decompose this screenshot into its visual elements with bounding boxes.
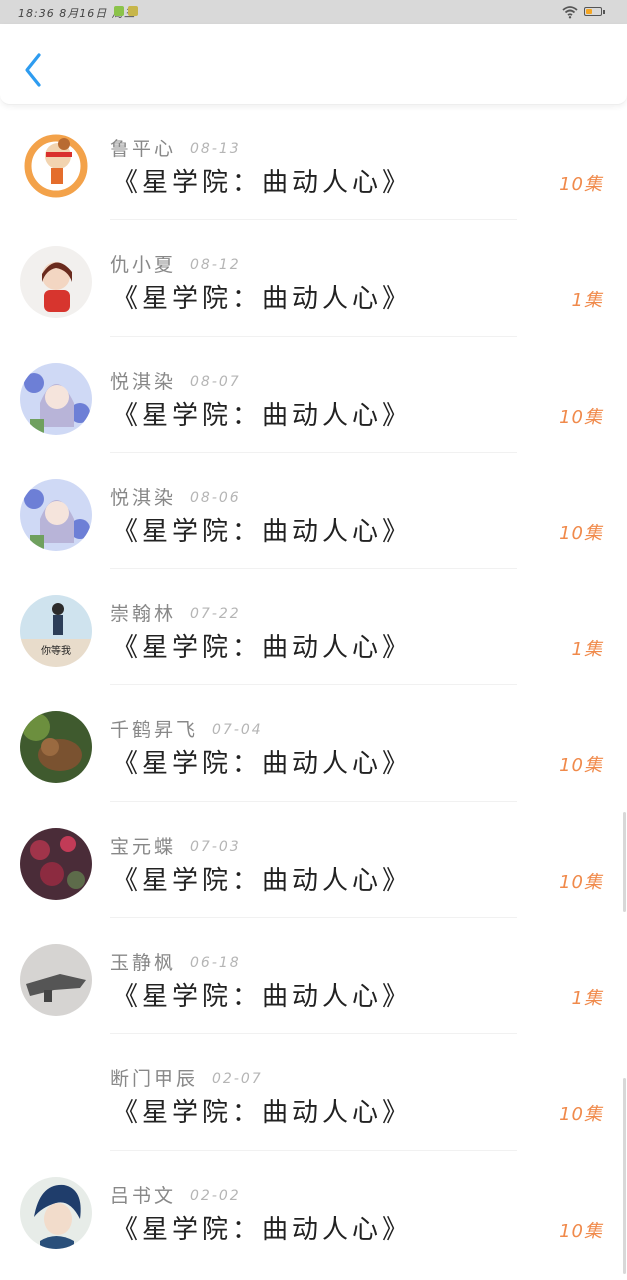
episode-count: 1集 [571, 988, 603, 1010]
list-item[interactable]: 仇小夏 08-12 《星学院：曲动人心》 1集 [0, 220, 627, 337]
list-item[interactable]: 悦淇染 08-07 《星学院：曲动人心》 10集 [0, 337, 627, 453]
list-item[interactable]: 千鹤昇飞 07-04 《星学院：曲动人心》 10集 [0, 685, 627, 802]
episode-count: 10集 [559, 406, 603, 428]
item-date: 08-12 [190, 257, 241, 274]
item-header: 断门甲辰 02-07 [110, 1064, 263, 1092]
author-name: 吕书文 [110, 1184, 177, 1207]
episode-count: 10集 [559, 522, 603, 544]
app-notification-icon [114, 6, 124, 16]
item-date: 08-13 [190, 141, 241, 157]
author-name: 悦淇染 [110, 370, 177, 393]
item-date: 06-18 [190, 955, 241, 972]
list-item[interactable]: 鲁平心 08-13 《星学院：曲动人心》 10集 [0, 104, 627, 221]
series-title: 《星学院：曲动人心》 [112, 1098, 413, 1129]
list-item[interactable]: 断门甲辰 02-07 《星学院：曲动人心》 10集 [0, 1034, 627, 1151]
notification-icons [114, 6, 142, 19]
item-header: 悦淇染 08-07 [110, 367, 241, 395]
battery-icon [584, 7, 605, 16]
series-title: 《星学院：曲动人心》 [112, 633, 413, 664]
author-name: 宝元蝶 [110, 835, 177, 858]
series-title: 《星学院：曲动人心》 [112, 1214, 413, 1245]
history-list: 鲁平心 08-13 《星学院：曲动人心》 10集 仇小夏 08-12 《星学院：曲动… [0, 104, 627, 1267]
list-item[interactable]: 玉静枫 06-18 《星学院：曲动人心》 1集 [0, 918, 627, 1035]
author-name: 悦淇染 [110, 486, 177, 509]
avatar[interactable] [20, 362, 92, 435]
episode-count: 10集 [559, 1104, 603, 1126]
list-item[interactable]: 你等我 崇翰林 07-22 《星学院：曲动人心》 1集 [0, 569, 627, 686]
item-date: 02-02 [190, 1187, 241, 1204]
episode-count: 1集 [571, 290, 603, 312]
item-header: 悦淇染 08-06 [110, 483, 241, 511]
wifi-icon [562, 6, 578, 19]
item-header: 玉静枫 06-18 [110, 948, 241, 976]
author-name: 鲁平心 [110, 138, 177, 160]
item-date: 07-03 [190, 838, 241, 855]
item-header: 吕书文 02-02 [110, 1181, 241, 1209]
item-header: 鲁平心 08-13 [110, 134, 241, 162]
avatar[interactable] [20, 944, 92, 1017]
item-date: 08-07 [190, 373, 241, 390]
series-title: 《星学院：曲动人心》 [112, 516, 413, 547]
author-name: 断门甲辰 [110, 1068, 199, 1091]
list-item[interactable]: 宝元蝶 07-03 《星学院：曲动人心》 10集 [0, 802, 627, 919]
item-header: 宝元蝶 07-03 [110, 832, 241, 860]
list-item[interactable]: 悦淇染 08-06 《星学院：曲动人心》 10集 [0, 453, 627, 570]
episode-count: 10集 [559, 755, 603, 777]
series-title: 《星学院：曲动人心》 [112, 865, 413, 896]
avatar[interactable] [20, 246, 92, 319]
item-date: 07-04 [212, 722, 263, 739]
series-title: 《星学院：曲动人心》 [112, 284, 413, 315]
avatar[interactable] [20, 827, 92, 900]
series-title: 《星学院：曲动人心》 [112, 168, 413, 198]
episode-count: 10集 [559, 871, 603, 893]
episode-count: 10集 [559, 1220, 603, 1242]
author-name: 崇翰林 [110, 603, 177, 626]
item-date: 07-22 [190, 606, 241, 623]
item-header: 千鹤昇飞 07-04 [110, 715, 263, 743]
episode-count: 10集 [559, 174, 603, 195]
item-header: 仇小夏 08-12 [110, 250, 241, 278]
list-item[interactable]: 吕书文 02-02 《星学院：曲动人心》 10集 [0, 1151, 627, 1267]
series-title: 《星学院：曲动人心》 [112, 982, 413, 1013]
item-date: 08-06 [190, 489, 241, 506]
app-notification-icon-2 [128, 6, 138, 16]
series-title: 《星学院：曲动人心》 [112, 749, 413, 780]
avatar[interactable] [20, 1176, 92, 1249]
episode-count: 1集 [571, 639, 603, 661]
scrollbar[interactable] [623, 1078, 626, 1274]
avatar[interactable]: 你等我 [20, 595, 92, 668]
author-name: 仇小夏 [110, 254, 177, 277]
avatar[interactable] [20, 130, 92, 202]
back-button[interactable] [18, 50, 48, 90]
author-name: 千鹤昇飞 [110, 719, 199, 742]
status-bar: 18:36 8月16日 周三 [0, 0, 627, 24]
item-header: 崇翰林 07-22 [110, 599, 241, 627]
item-date: 02-07 [212, 1071, 263, 1088]
avatar-caption: 你等我 [41, 646, 71, 658]
scrollbar[interactable] [623, 812, 626, 912]
avatar[interactable] [20, 478, 92, 551]
avatar[interactable] [20, 711, 92, 784]
series-title: 《星学院：曲动人心》 [112, 400, 413, 431]
author-name: 玉静枫 [110, 952, 177, 975]
app-header [0, 24, 627, 105]
